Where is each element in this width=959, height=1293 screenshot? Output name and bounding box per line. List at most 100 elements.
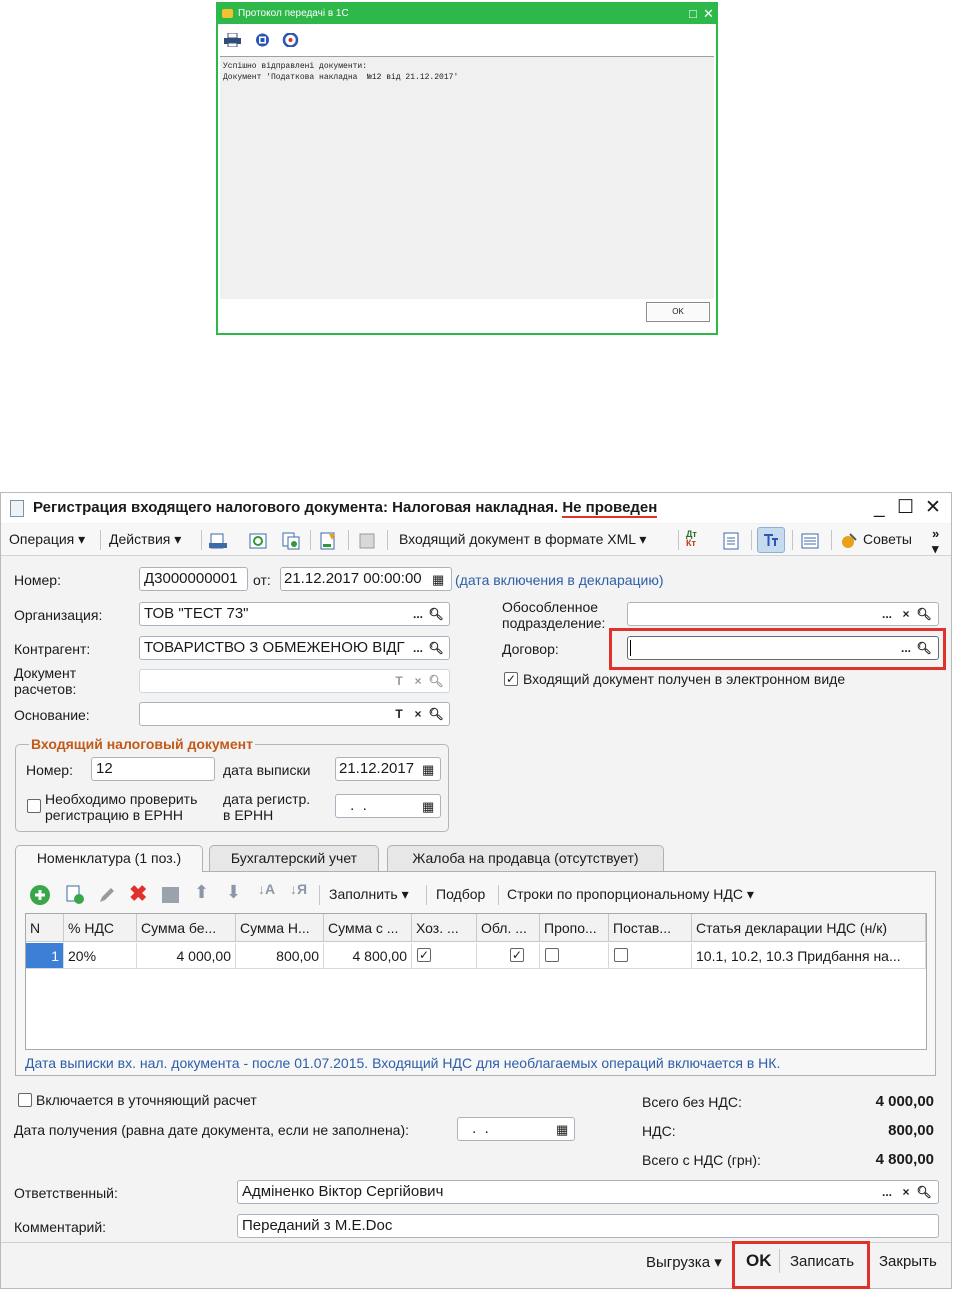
tab-accounting[interactable]: Бухгалтерский учет — [209, 845, 379, 871]
calendar-icon[interactable]: ▦ — [422, 759, 434, 780]
search-icon[interactable]: 🔍︎ — [427, 604, 445, 624]
column-header[interactable]: Статья декларации НДС (н/к) — [692, 914, 926, 942]
clear-icon[interactable]: × — [409, 704, 427, 724]
propo-checkbox[interactable] — [545, 948, 559, 962]
dt-kt-icon[interactable]: Дт Кт — [686, 530, 697, 548]
move-up-icon[interactable]: ⬆ — [194, 882, 209, 903]
sum-without-vat-cell[interactable]: 4 000,00 — [137, 943, 236, 969]
type-icon[interactable]: T — [390, 704, 408, 724]
calendar-icon[interactable]: ▦ — [556, 1119, 568, 1140]
column-header[interactable]: % НДС — [64, 914, 137, 942]
refine-checkbox[interactable] — [18, 1093, 32, 1107]
list-icon[interactable] — [801, 532, 819, 550]
number-field[interactable]: Д3000000001 — [139, 567, 248, 591]
calendar-icon[interactable]: ▦ — [432, 569, 444, 590]
propo-cell[interactable] — [540, 943, 609, 969]
search-icon[interactable]: 🔍︎ — [427, 704, 445, 724]
operation-menu[interactable]: Операция ▾ — [9, 531, 85, 548]
post-icon[interactable] — [209, 532, 227, 550]
structure-icon[interactable] — [358, 532, 376, 550]
postav-cell[interactable] — [609, 943, 692, 969]
save-icon[interactable] — [254, 33, 271, 47]
settlement-doc-field[interactable]: T × 🔍︎ — [139, 669, 450, 693]
move-down-icon[interactable]: ⬇ — [226, 882, 241, 903]
issue-date-field[interactable]: 21.12.2017 ▦ — [335, 757, 441, 781]
tips-button[interactable]: Советы — [863, 531, 912, 547]
search-icon[interactable]: 🔍︎ — [427, 671, 445, 691]
column-header[interactable]: Сумма бе... — [137, 914, 236, 942]
column-header[interactable]: Постав... — [609, 914, 692, 942]
based-on-icon[interactable] — [319, 532, 337, 550]
report-icon[interactable] — [722, 532, 740, 550]
clear-icon[interactable]: × — [409, 671, 427, 691]
hoz-checkbox[interactable]: ✓ — [417, 948, 431, 962]
receive-date-field[interactable]: . . ▦ — [457, 1117, 575, 1141]
row-number-cell[interactable]: 1 — [26, 943, 64, 969]
close-icon[interactable]: ✕ — [925, 493, 941, 523]
counterparty-field[interactable]: ТОВАРИСТВО З ОБМЕЖЕНОЮ ВІДГ ... 🔍︎ — [139, 636, 450, 660]
fill-menu[interactable]: Заполнить ▾ — [329, 886, 409, 903]
reload-icon[interactable] — [249, 532, 267, 550]
tab-nomenclature[interactable]: Номенклатура (1 поз.) — [15, 845, 203, 872]
delete-icon[interactable]: ✖ — [129, 881, 147, 907]
close-button[interactable]: Закрыть — [879, 1253, 937, 1270]
responsible-field[interactable]: Адміненко Віктор Сергійович ... × 🔍︎ — [237, 1180, 939, 1204]
obl-checkbox[interactable]: ✓ — [510, 948, 524, 962]
declaration-date-link[interactable]: (дата включения в декларацию) — [455, 572, 664, 588]
postav-checkbox[interactable] — [614, 948, 628, 962]
select-ellipsis-icon[interactable]: ... — [409, 638, 427, 658]
protocol-ok-button[interactable]: OK — [646, 302, 710, 322]
date-field[interactable]: 21.12.2017 00:00:00 ▦ — [280, 567, 452, 591]
edit-icon[interactable] — [98, 886, 116, 904]
end-edit-icon[interactable] — [161, 885, 181, 905]
select-ellipsis-icon[interactable]: ... — [878, 1182, 896, 1202]
add-row-icon[interactable] — [29, 884, 51, 906]
column-header[interactable]: Хоз. ... — [412, 914, 477, 942]
select-ellipsis-icon[interactable]: ... — [878, 604, 896, 624]
sort-asc-icon[interactable]: ↓A — [258, 881, 275, 897]
actions-menu[interactable]: Действия ▾ — [109, 531, 181, 548]
column-header[interactable]: Обл. ... — [477, 914, 540, 942]
sum-with-vat-cell[interactable]: 4 800,00 — [324, 943, 412, 969]
subdivision-field[interactable]: ... × 🔍︎ — [627, 602, 939, 626]
vat-rate-cell[interactable]: 20% — [64, 943, 137, 969]
search-icon[interactable]: 🔍︎ — [427, 638, 445, 658]
column-header[interactable]: N — [26, 914, 64, 942]
calendar-icon[interactable]: ▦ — [422, 796, 434, 817]
copy-row-icon[interactable] — [65, 885, 85, 905]
selection-button[interactable]: Подбор — [436, 886, 485, 902]
search-icon[interactable]: 🔍︎ — [915, 1182, 933, 1202]
refresh-icon[interactable] — [282, 33, 299, 47]
clear-icon[interactable]: × — [897, 604, 915, 624]
hoz-cell[interactable]: ✓ — [412, 943, 477, 969]
comment-field[interactable]: Переданий з M.E.Doc — [237, 1214, 939, 1238]
close-icon[interactable]: ✕ — [703, 4, 714, 24]
text-mode-toggle[interactable] — [757, 527, 785, 553]
check-ernn-checkbox[interactable] — [27, 799, 41, 813]
toolbar-overflow-icon[interactable]: » ▾ — [932, 526, 939, 557]
declaration-article-cell[interactable]: 10.1, 10.2, 10.3 Придбання на... — [692, 943, 926, 969]
reg-date-field[interactable]: . . ▦ — [335, 794, 441, 818]
type-icon[interactable]: T — [390, 671, 408, 691]
search-icon[interactable]: 🔍︎ — [915, 604, 933, 624]
print-icon[interactable] — [224, 33, 241, 47]
basis-field[interactable]: T × 🔍︎ — [139, 702, 450, 726]
clear-icon[interactable]: × — [897, 1182, 915, 1202]
sort-desc-icon[interactable]: ↓Я — [290, 881, 307, 897]
column-header[interactable]: Пропо... — [540, 914, 609, 942]
minimize-icon[interactable]: _ — [874, 493, 885, 523]
tab-complaint[interactable]: Жалоба на продавца (отсутствует) — [387, 845, 664, 871]
vat-sum-cell[interactable]: 800,00 — [236, 943, 324, 969]
select-ellipsis-icon[interactable]: ... — [409, 604, 427, 624]
organization-field[interactable]: ТОВ "ТЕСТ 73" ... 🔍︎ — [139, 602, 450, 626]
maximize-icon[interactable]: □ — [689, 4, 697, 24]
obl-cell[interactable]: ✓ — [477, 943, 540, 969]
column-header[interactable]: Сумма с ... — [324, 914, 412, 942]
copy-icon[interactable] — [282, 532, 300, 550]
electronic-checkbox[interactable]: ✓ — [504, 672, 518, 686]
xml-document-menu[interactable]: Входящий документ в формате XML ▾ — [399, 531, 646, 548]
incoming-number-field[interactable]: 12 — [91, 757, 215, 781]
proportional-menu[interactable]: Строки по пропорциональному НДС ▾ — [507, 886, 754, 903]
column-header[interactable]: Сумма Н... — [236, 914, 324, 942]
maximize-icon[interactable]: ☐ — [897, 493, 914, 523]
